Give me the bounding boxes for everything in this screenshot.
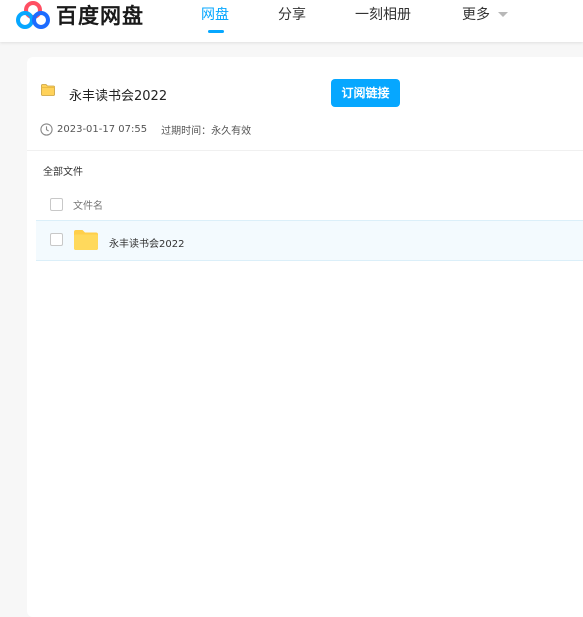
top-bar: 百度网盘 网盘 分享 一刻相册 更多 — [0, 0, 583, 42]
subscribe-link-button[interactable]: 订阅链接 — [331, 79, 400, 107]
logo-text: 百度网盘 — [56, 4, 144, 28]
nav-item-netdisk[interactable]: 网盘 — [201, 4, 229, 24]
clock-icon — [40, 122, 53, 136]
folder-icon — [41, 84, 55, 96]
nav-item-more[interactable]: 更多 — [462, 4, 508, 24]
active-nav-indicator — [208, 30, 224, 33]
cloud-logo-icon — [16, 1, 50, 29]
select-all-checkbox[interactable] — [50, 198, 63, 211]
breadcrumb[interactable]: 全部文件 — [43, 163, 83, 178]
share-meta: 2023-01-17 07:55 过期时间：永久有效 — [40, 122, 252, 137]
folder-icon — [74, 230, 98, 250]
row-checkbox[interactable] — [50, 233, 63, 246]
column-header-filename[interactable]: 文件名 — [73, 197, 103, 212]
logo[interactable]: 百度网盘 — [16, 0, 144, 30]
share-date: 2023-01-17 07:55 — [57, 123, 148, 135]
nav-item-album[interactable]: 一刻相册 — [355, 4, 411, 24]
table-row[interactable]: 永丰读书会2022 — [36, 220, 583, 261]
chevron-down-icon — [498, 11, 508, 17]
divider — [27, 150, 583, 151]
nav-item-more-label: 更多 — [462, 7, 490, 23]
expire-time: 过期时间：永久有效 — [161, 125, 252, 137]
share-title: 永丰读书会2022 — [69, 89, 168, 104]
share-panel: 永丰读书会2022 订阅链接 2023-01-17 07:55 过期时间：永久有… — [27, 57, 583, 617]
nav-item-share[interactable]: 分享 — [278, 4, 306, 24]
file-name: 永丰读书会2022 — [109, 239, 185, 250]
